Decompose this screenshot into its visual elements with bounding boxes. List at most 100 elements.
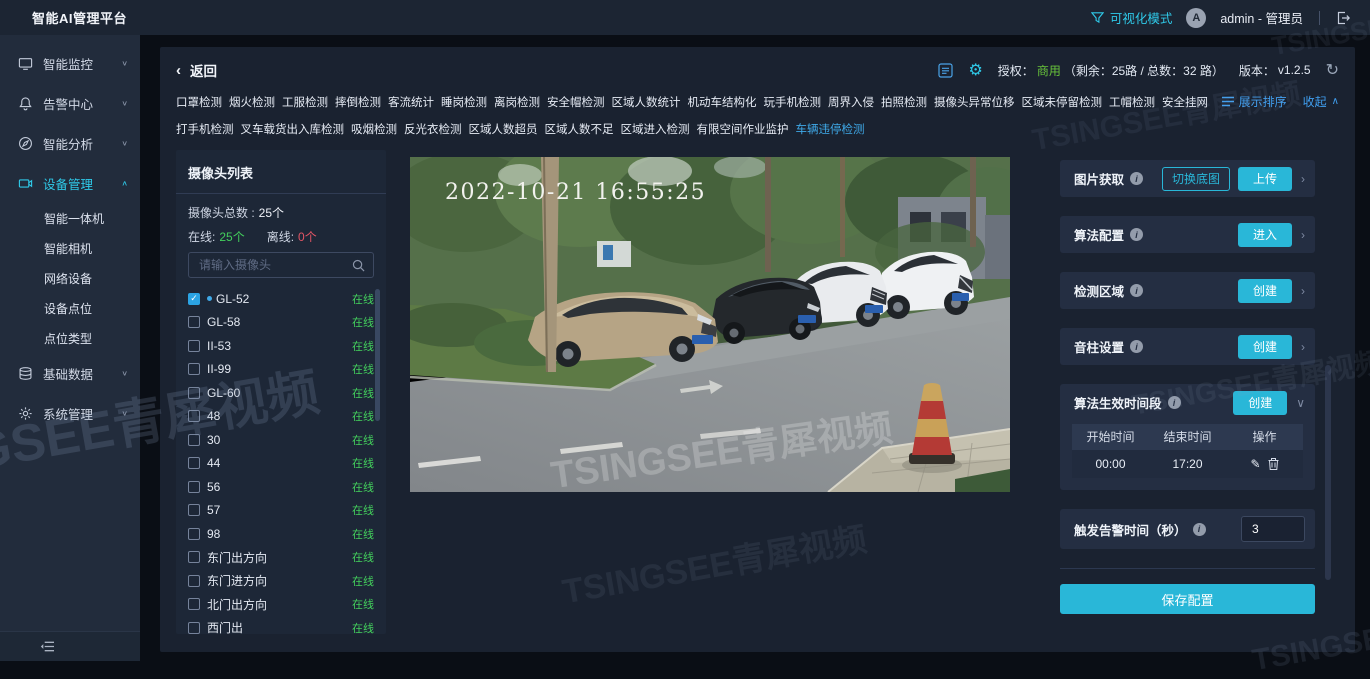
settings-icon[interactable]: ⚙ [968,60,982,80]
matrix-icon[interactable] [938,62,954,78]
camera-list-item[interactable]: 48 在线 [188,405,374,429]
camera-list-item[interactable]: 56 在线 [188,475,374,499]
camera-checkbox[interactable] [188,621,200,634]
camera-list-item[interactable]: 98 在线 [188,522,374,546]
chevron-down-icon[interactable]: ∨ [1296,396,1305,410]
tab-item[interactable]: 玩手机检测 [764,94,822,110]
sort-button[interactable]: 展示排序 [1221,93,1287,110]
refresh-icon[interactable]: ↻ [1326,60,1339,80]
sidebar-item-monitor[interactable]: 智能监控 ∨ [0,43,140,83]
camera-list-item[interactable]: II-53 在线 [188,334,374,358]
sidebar-item-settings[interactable]: 系统管理 ∨ [0,393,140,433]
tab-item[interactable]: 摄像头异常位移 [934,94,1015,110]
tab-item[interactable]: 摔倒检测 [335,94,381,110]
tab-item[interactable]: 离岗检测 [494,94,540,110]
camera-checkbox[interactable] [188,410,200,423]
tab-item[interactable]: 睡岗检测 [441,94,487,110]
camera-search[interactable] [188,252,374,278]
camera-checkbox[interactable] [188,457,200,470]
tab-item[interactable]: 吸烟检测 [351,121,397,137]
camera-list-item[interactable]: 44 在线 [188,452,374,476]
avatar[interactable]: A [1186,7,1207,28]
tab-item[interactable]: 区域人数不足 [545,121,614,137]
camera-checkbox[interactable] [188,292,200,305]
tab-item[interactable]: 安全帽检测 [547,94,605,110]
chevron-right-icon[interactable]: › [1301,340,1305,354]
camera-search-input[interactable] [197,257,352,273]
sidebar-subitem[interactable]: 点位类型 [0,323,140,353]
camera-list-item[interactable]: 北门出方向 在线 [188,593,374,617]
edit-icon[interactable]: ✎ [1250,450,1260,478]
sidebar-item-label: 基础数据 [43,367,94,382]
scrollbar-thumb[interactable] [375,289,380,421]
visual-mode-button[interactable]: 可视化模式 [1090,8,1172,27]
enter-button[interactable]: 进入 [1237,222,1292,247]
sidebar-item-analysis[interactable]: 智能分析 ∨ [0,123,140,163]
chevron-right-icon[interactable]: › [1301,228,1305,242]
tab-item[interactable]: 工服检测 [282,94,328,110]
camera-checkbox[interactable] [188,339,200,352]
tab-item[interactable]: 打手机检测 [176,121,234,137]
create-schedule-button[interactable]: 创建 [1233,390,1288,415]
camera-checkbox[interactable] [188,598,200,611]
tab-item[interactable]: 周界入侵 [828,94,874,110]
tab-item[interactable]: 客流统计 [388,94,434,110]
sidebar-item-database[interactable]: 基础数据 ∨ [0,353,140,393]
logout-icon[interactable] [1336,11,1350,25]
camera-checkbox[interactable] [188,433,200,446]
camera-checkbox[interactable] [188,316,200,329]
camera-list-item[interactable]: GL-60 在线 [188,381,374,405]
upload-button[interactable]: 上传 [1237,166,1292,191]
camera-checkbox[interactable] [188,386,200,399]
tab-item[interactable]: 叉车载货出入库检测 [241,121,345,137]
scrollbar-thumb[interactable] [1325,365,1331,580]
camera-list-item[interactable]: GL-52 在线 [188,287,374,311]
tab-item[interactable]: 机动车结构化 [688,94,757,110]
chevron-right-icon[interactable]: › [1301,172,1305,186]
tab-item[interactable]: 区域进入检测 [621,121,690,137]
tab-item[interactable]: 区域人数超员 [469,121,538,137]
camera-checkbox[interactable] [188,527,200,540]
delete-icon[interactable] [1268,458,1279,470]
camera-status: 在线 [352,411,374,424]
camera-list-item[interactable]: 57 在线 [188,499,374,523]
camera-checkbox[interactable] [188,504,200,517]
tab-item[interactable]: 安全挂网 [1162,94,1208,110]
tab-item[interactable]: 口罩检测 [176,94,222,110]
tab-item[interactable]: 有限空间作业监护 [697,121,789,137]
switch-basemap-button[interactable]: 切换底图 [1161,166,1230,191]
back-button[interactable]: ‹ 返回 [176,60,217,80]
camera-list-item[interactable]: GL-58 在线 [188,311,374,335]
camera-list-item[interactable]: 东门进方向 在线 [188,569,374,593]
menu-fold-icon[interactable] [40,640,55,653]
tab-item[interactable]: 拍照检测 [881,94,927,110]
camera-list-item[interactable]: 东门出方向 在线 [188,546,374,570]
trigger-time-input[interactable] [1241,516,1305,542]
search-icon[interactable] [352,259,365,272]
detection-tabs: 口罩检测 烟火检测 工服检测 摔倒检测 客流统计 睡岗检测 离岗检测 安全帽检测 区域人数统计机… [160,86,1355,142]
camera-checkbox[interactable] [188,574,200,587]
save-config-button[interactable]: 保存配置 [1060,584,1315,614]
create-speaker-button[interactable]: 创建 [1237,334,1292,359]
tab-item[interactable]: 烟火检测 [229,94,275,110]
sidebar-subitem[interactable]: 设备点位 [0,293,140,323]
sidebar-subitem[interactable]: 智能相机 [0,233,140,263]
camera-checkbox[interactable] [188,551,200,564]
camera-list-item[interactable]: 30 在线 [188,428,374,452]
camera-list-item[interactable]: 西门出 在线 [188,616,374,640]
tab-item[interactable]: 区域人数统计 [612,94,681,110]
sidebar-subitem[interactable]: 网络设备 [0,263,140,293]
tab-item[interactable]: 反光衣检测 [404,121,462,137]
sidebar-item-device[interactable]: 设备管理 ∧ [0,163,140,203]
tab-item[interactable]: 车辆违停检测 [796,121,865,137]
collapse-button[interactable]: 收起 ∧ [1303,93,1339,110]
tab-item[interactable]: 工帽检测 [1109,94,1155,110]
camera-list-item[interactable]: II-99 在线 [188,358,374,382]
camera-checkbox[interactable] [188,480,200,493]
tab-item[interactable]: 区域未停留检测 [1022,94,1103,110]
chevron-right-icon[interactable]: › [1301,284,1305,298]
camera-checkbox[interactable] [188,363,200,376]
sidebar-item-bell[interactable]: 告警中心 ∨ [0,83,140,123]
create-region-button[interactable]: 创建 [1237,278,1292,303]
sidebar-subitem[interactable]: 智能一体机 [0,203,140,233]
